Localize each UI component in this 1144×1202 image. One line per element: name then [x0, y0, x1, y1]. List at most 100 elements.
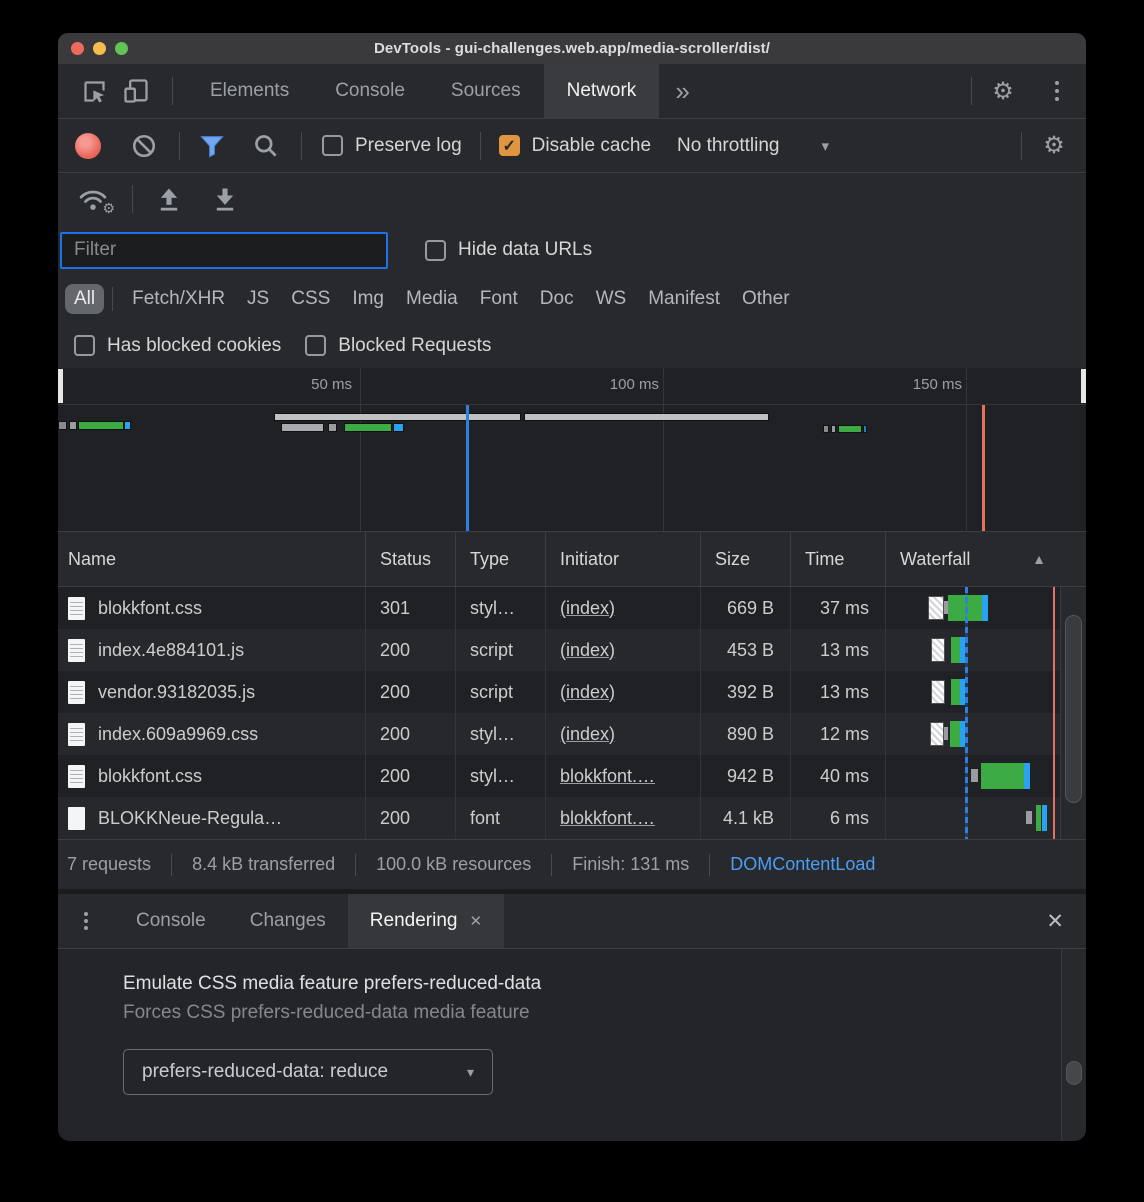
throttling-select[interactable]: No throttling	[677, 135, 779, 157]
tab-console[interactable]: Console	[312, 64, 428, 118]
request-size: 942 B	[701, 755, 791, 797]
request-name: blokkfont.css	[98, 598, 202, 619]
waterfall-queueing-bar	[931, 680, 945, 704]
clear-network-log-icon[interactable]	[131, 133, 157, 159]
waterfall-cell	[886, 713, 1086, 755]
waterfall-cell	[886, 587, 1086, 629]
divider	[355, 854, 356, 876]
overview-bar	[58, 421, 67, 430]
filter-pill-media[interactable]: Media	[395, 284, 469, 314]
tick-label-150ms: 150 ms	[913, 376, 962, 393]
drawer-tab-bar: Console Changes Rendering ✕ ✕	[58, 894, 1086, 949]
overview-bar	[823, 425, 829, 433]
filter-pill-other[interactable]: Other	[731, 284, 801, 314]
filter-pill-js[interactable]: JS	[236, 284, 280, 314]
record-network-log-button[interactable]	[75, 133, 101, 159]
initiator-link[interactable]: (index)	[560, 682, 615, 703]
overview-bar	[69, 421, 77, 430]
table-row[interactable]: blokkfont.css 200 styl… blokkfont.… 942 …	[58, 755, 1086, 797]
filter-input[interactable]	[60, 232, 388, 269]
filter-pill-doc[interactable]: Doc	[529, 284, 585, 314]
requests-count: 7 requests	[67, 854, 151, 875]
status-code: 200	[366, 797, 456, 839]
column-header-status[interactable]: Status	[366, 532, 456, 586]
drawer-scrollbar[interactable]	[1061, 949, 1086, 1141]
network-overview-timeline[interactable]: 50 ms 100 ms 150 ms	[58, 368, 1086, 532]
overview-handle-right[interactable]	[1081, 369, 1086, 403]
drawer-scrollbar-thumb[interactable]	[1066, 1061, 1082, 1085]
device-toolbar-icon[interactable]	[114, 77, 158, 105]
initiator-link[interactable]: blokkfont.…	[560, 766, 655, 787]
column-header-waterfall[interactable]: Waterfall▲	[886, 532, 1086, 586]
settings-gear-icon[interactable]: ⚙	[972, 77, 1034, 106]
preserve-log-checkbox[interactable]	[322, 135, 343, 156]
table-scrollbar[interactable]	[1060, 587, 1086, 839]
drawer-tab-rendering[interactable]: Rendering ✕	[348, 894, 504, 948]
initiator-link[interactable]: blokkfont.…	[560, 808, 655, 829]
column-header-type[interactable]: Type	[456, 532, 546, 586]
table-scrollbar-thumb[interactable]	[1065, 615, 1082, 803]
table-row[interactable]: index.4e884101.js 200 script (index) 453…	[58, 629, 1086, 671]
script-file-icon	[68, 681, 85, 704]
blocked-requests-checkbox[interactable]	[305, 335, 326, 356]
overview-handle-left[interactable]	[58, 369, 63, 403]
prefers-reduced-data-select[interactable]: prefers-reduced-data: reduce ▾	[123, 1049, 493, 1095]
stylesheet-file-icon	[68, 723, 85, 746]
filter-pill-ws[interactable]: WS	[585, 284, 638, 314]
domcontentloaded-time: DOMContentLoad	[730, 854, 875, 875]
request-size: 4.1 kB	[701, 797, 791, 839]
waterfall-cell	[886, 755, 1086, 797]
search-icon[interactable]	[252, 132, 279, 159]
waterfall-waiting-bar	[1036, 805, 1041, 831]
import-har-icon[interactable]	[155, 185, 183, 213]
mini-gear-icon: ⚙	[102, 200, 115, 217]
request-type-filters: All Fetch/XHR JS CSS Img Media Font Doc …	[58, 275, 1086, 323]
table-row[interactable]: vendor.93182035.js 200 script (index) 39…	[58, 671, 1086, 713]
status-code: 200	[366, 713, 456, 755]
chevron-down-icon[interactable]: ▾	[821, 137, 829, 155]
divider	[112, 287, 113, 311]
disable-cache-checkbox[interactable]: ✓	[499, 135, 520, 156]
has-blocked-cookies-checkbox[interactable]	[74, 335, 95, 356]
export-har-icon[interactable]	[211, 185, 239, 213]
table-row[interactable]: BLOKKNeue-Regula… 200 font blokkfont.… 4…	[58, 797, 1086, 839]
request-type: script	[456, 629, 546, 671]
devtools-window: DevTools - gui-challenges.web.app/media-…	[58, 33, 1086, 1141]
tab-elements[interactable]: Elements	[187, 64, 312, 118]
close-tab-icon[interactable]: ✕	[469, 912, 482, 930]
overview-bar	[831, 425, 836, 433]
initiator-link[interactable]: (index)	[560, 598, 615, 619]
filter-pill-img[interactable]: Img	[341, 284, 395, 314]
table-row[interactable]: index.609a9969.css 200 styl… (index) 890…	[58, 713, 1086, 755]
overview-bar	[281, 423, 324, 432]
waterfall-stalled-bar	[1026, 811, 1032, 824]
table-row[interactable]: blokkfont.css 301 styl… (index) 669 B 37…	[58, 587, 1086, 629]
filter-pill-all[interactable]: All	[65, 284, 104, 314]
tab-network[interactable]: Network	[544, 64, 660, 118]
network-conditions-wifi-icon[interactable]: ⚙	[78, 186, 108, 212]
column-header-name[interactable]: Name	[58, 532, 366, 586]
tab-sources[interactable]: Sources	[428, 64, 544, 118]
request-type: styl…	[456, 587, 546, 629]
hide-data-urls-checkbox[interactable]	[425, 240, 446, 261]
network-settings-gear-icon[interactable]: ⚙	[1022, 131, 1086, 160]
drawer-tab-console[interactable]: Console	[114, 894, 228, 948]
has-blocked-cookies-label: Has blocked cookies	[107, 335, 281, 357]
more-tabs-icon[interactable]: »	[659, 76, 705, 107]
inspect-element-icon[interactable]	[74, 78, 114, 105]
filter-pill-font[interactable]: Font	[469, 284, 529, 314]
initiator-link[interactable]: (index)	[560, 724, 615, 745]
filter-pill-fetch-xhr[interactable]: Fetch/XHR	[121, 284, 236, 314]
column-header-initiator[interactable]: Initiator	[546, 532, 701, 586]
filter-pill-css[interactable]: CSS	[280, 284, 341, 314]
initiator-link[interactable]: (index)	[560, 640, 615, 661]
drawer-tab-changes[interactable]: Changes	[228, 894, 348, 948]
column-header-size[interactable]: Size	[701, 532, 791, 586]
stylesheet-file-icon	[68, 765, 85, 788]
request-size: 392 B	[701, 671, 791, 713]
close-drawer-icon[interactable]: ✕	[1046, 909, 1064, 934]
column-header-time[interactable]: Time	[791, 532, 886, 586]
filter-pill-manifest[interactable]: Manifest	[637, 284, 731, 314]
divider	[480, 132, 481, 160]
filter-funnel-icon[interactable]	[198, 132, 226, 160]
